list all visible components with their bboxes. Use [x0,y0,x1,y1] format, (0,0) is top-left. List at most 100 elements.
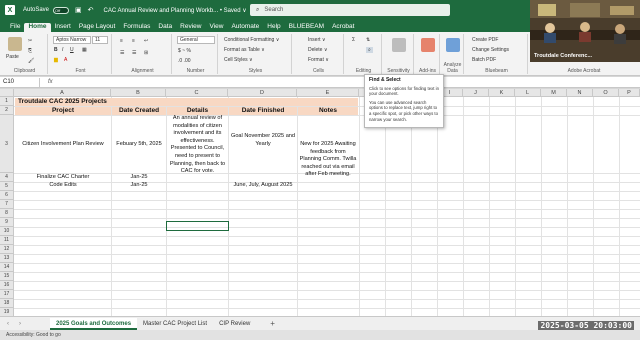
next-sheet-icon[interactable]: › [16,321,24,327]
format-button[interactable]: Format ∨ [308,57,329,63]
search-input[interactable]: ⌕ Search [250,4,450,16]
autosum-icon[interactable]: Σ [352,37,355,43]
analyze-data-icon[interactable] [446,38,460,52]
cell-a3[interactable]: Citizen Involvement Plan Review [15,141,111,149]
select-all-corner[interactable] [0,89,14,97]
add-sheet-icon[interactable]: + [270,319,275,328]
tab-file[interactable]: File [6,23,24,32]
sheet-tab-master[interactable]: Master CAC Project List [137,318,213,330]
wrap-text-icon[interactable]: ↩ [144,38,148,44]
row-header[interactable]: 1 [0,97,14,106]
cell-b4[interactable]: Jan-25 [112,174,166,182]
decimal-icon[interactable]: .0 .00 [178,58,191,64]
find-select-icon[interactable]: ⌕ [366,47,373,53]
row-header[interactable]: 14 [0,263,14,272]
row-header[interactable]: 8 [0,209,14,218]
cell-a5[interactable]: Code Edits [15,182,111,190]
sensitivity-icon[interactable] [392,38,406,52]
sheet-tab-cip[interactable]: CIP Review [213,318,256,330]
header-notes[interactable]: Notes [298,107,358,115]
column-header[interactable]: B [111,89,166,97]
row-header[interactable]: 19 [0,308,14,316]
row-header[interactable]: 11 [0,236,14,245]
cut-icon[interactable]: ✂ [28,38,32,44]
undo-icon[interactable]: ↶ [88,6,94,14]
tab-insert[interactable]: Insert [51,23,75,32]
tab-page-layout[interactable]: Page Layout [75,23,120,32]
column-header[interactable]: D [228,89,297,97]
prev-sheet-icon[interactable]: ‹ [4,321,12,327]
align-middle-icon[interactable]: ≡ [132,38,135,44]
cell-e3[interactable]: New for 2025 Awaiting feedback from Plan… [299,141,357,181]
fill-color-icon[interactable]: ▆ [54,57,58,63]
italic-button[interactable]: I [62,47,63,53]
tab-view[interactable]: View [205,23,227,32]
column-header[interactable]: E [297,89,359,97]
paste-icon[interactable] [8,37,22,51]
sort-filter-icon[interactable]: ⇅ [366,37,370,43]
column-header[interactable]: M [541,89,567,97]
row-header[interactable]: 13 [0,254,14,263]
tab-review[interactable]: Review [176,23,205,32]
row-header[interactable]: 10 [0,227,14,236]
column-header[interactable]: A [14,89,111,97]
align-center-icon[interactable]: ☰ [132,50,136,56]
copy-icon[interactable]: ⎘ [28,48,32,54]
row-header[interactable]: 5 [0,182,14,191]
selected-cell[interactable] [166,221,229,231]
cell-d3[interactable]: Goal November 2025 and Yearly [230,133,296,148]
column-header[interactable]: N [567,89,593,97]
sheet-tab-goals[interactable]: 2025 Goals and Outcomes [50,317,138,330]
underline-button[interactable]: U [70,47,74,53]
addins-icon[interactable] [421,38,435,52]
row-header[interactable]: 16 [0,281,14,290]
insert-button[interactable]: Insert ∨ [308,37,326,43]
column-header[interactable]: K [489,89,515,97]
tab-formulas[interactable]: Formulas [119,23,154,32]
conditional-formatting-button[interactable]: Conditional Formatting ∨ [224,37,279,43]
tab-automate[interactable]: Automate [227,23,263,32]
accessibility-status[interactable]: Accessibility: Good to go [6,332,61,338]
autosave-toggle[interactable]: Off [53,6,70,14]
font-size-select[interactable]: 11 [92,36,108,44]
column-header[interactable]: J [463,89,489,97]
row-header[interactable]: 9 [0,218,14,227]
column-header[interactable]: L [515,89,541,97]
tab-bluebeam[interactable]: BLUEBEAM [285,23,328,32]
row-header[interactable]: 18 [0,299,14,308]
row-header[interactable]: 3 [0,115,14,173]
row-header[interactable]: 12 [0,245,14,254]
row-header[interactable]: 15 [0,272,14,281]
tab-home[interactable]: Home [24,23,51,32]
paste-button[interactable]: Paste [6,54,19,60]
tab-help[interactable]: Help [263,23,284,32]
fx-icon[interactable]: fx [48,79,53,85]
name-box[interactable]: C10 [0,77,40,87]
merge-center-icon[interactable]: ⊞ [144,50,148,56]
save-icon[interactable]: ▣ [75,6,82,14]
header-date-finished[interactable]: Date Finished [229,107,297,115]
column-header[interactable]: P [619,89,640,97]
header-date-created[interactable]: Date Created [112,107,166,115]
row-header[interactable]: 2 [0,106,14,115]
create-pdf-button[interactable]: Create PDF [472,37,498,43]
bold-button[interactable]: B [54,47,58,53]
font-color-icon[interactable]: A [64,57,67,63]
format-as-table-button[interactable]: Format as Table ∨ [224,47,265,53]
number-format-select[interactable]: General [177,36,215,44]
sheet-title[interactable]: Troutdale CAC 2025 Projects [15,98,358,106]
tab-acrobat[interactable]: Acrobat [328,23,358,32]
cell-b3[interactable]: Febuary 5th, 2025 [112,141,166,149]
batch-pdf-button[interactable]: Batch PDF [472,57,496,63]
column-header[interactable]: O [593,89,619,97]
header-project[interactable]: Project [15,107,111,115]
format-painter-icon[interactable]: 🖌 [28,58,34,64]
cell-styles-button[interactable]: Cell Styles ∨ [224,57,253,63]
cell-c3[interactable]: An annual review of modalities of citize… [169,115,226,173]
cell-d5[interactable]: June, July, August 2025 [229,182,297,190]
font-name-select[interactable]: Aptos Narrow [53,36,91,44]
borders-icon[interactable]: ▦ [82,47,87,53]
row-header[interactable]: 4 [0,173,14,182]
column-header[interactable]: C [166,89,228,97]
delete-button[interactable]: Delete ∨ [308,47,328,53]
